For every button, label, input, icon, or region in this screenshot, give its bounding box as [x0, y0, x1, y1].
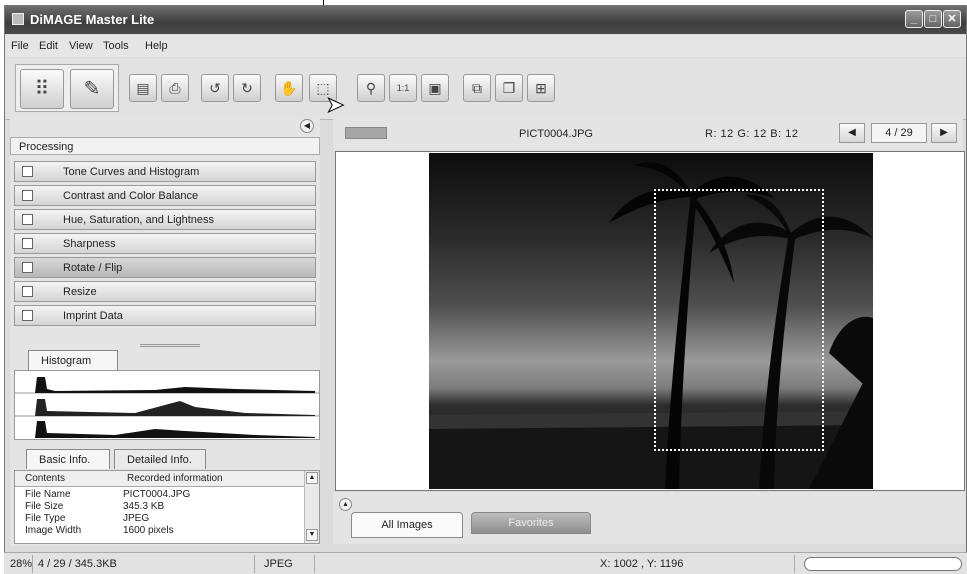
next-image-button[interactable]: ▶: [931, 123, 957, 143]
expand-icon[interactable]: ▲: [339, 498, 352, 511]
info-table: Contents Recorded information File Name …: [14, 470, 320, 544]
processing-label: Resize: [63, 286, 97, 298]
close-button[interactable]: ✕: [943, 10, 961, 28]
print-icon[interactable]: ⎙: [161, 74, 189, 102]
checkbox[interactable]: [22, 214, 33, 225]
checkbox[interactable]: [22, 238, 33, 249]
histogram-graph: [15, 377, 319, 438]
scroll-up-icon[interactable]: ▲: [306, 472, 318, 484]
file-type: JPEG: [264, 558, 293, 570]
processing-item-rotate-flip[interactable]: Rotate / Flip: [14, 257, 316, 278]
tab-histogram[interactable]: Histogram: [28, 350, 118, 370]
processing-item-tone-curves[interactable]: Tone Curves and Histogram: [14, 161, 316, 182]
mouse-cursor-icon: ➤: [325, 92, 345, 118]
tab-all-images[interactable]: All Images: [351, 512, 463, 538]
status-divider: [794, 555, 795, 573]
info-table-header: Contents Recorded information: [15, 471, 305, 487]
previous-image-button[interactable]: ◀: [839, 123, 865, 143]
cursor-coordinates: X: 1002 , Y: 1196: [600, 558, 684, 570]
menu-help[interactable]: Help: [145, 40, 168, 52]
rotate-left-icon[interactable]: ↺: [201, 74, 229, 102]
hand-tool-icon[interactable]: ✋: [275, 74, 303, 102]
processing-label: Contrast and Color Balance: [63, 190, 199, 202]
checkbox[interactable]: [22, 262, 33, 273]
edit-view-icon[interactable]: ✎: [70, 69, 114, 109]
histogram-display: [14, 370, 320, 440]
checkbox[interactable]: [22, 286, 33, 297]
splitter-handle[interactable]: [140, 344, 200, 347]
row-key: File Name: [25, 489, 71, 500]
row-key: Image Width: [25, 525, 82, 536]
row-value: PICT0004.JPG: [123, 489, 191, 500]
image-tabs-area: ▲ All Images Favorites: [333, 492, 965, 544]
window-title: DiMAGE Master Lite: [30, 12, 155, 27]
row-value: JPEG: [123, 513, 150, 524]
status-divider: [32, 555, 33, 573]
color-indicator: [345, 127, 387, 139]
thumbnail-view-icon[interactable]: ⠿: [20, 69, 64, 109]
maximize-button[interactable]: □: [924, 10, 942, 28]
title-bar: DiMAGE Master Lite _ □ ✕: [5, 6, 966, 34]
collapse-panel-icon[interactable]: ◀: [300, 119, 314, 133]
slideshow-icon[interactable]: ⊞: [527, 74, 555, 102]
view-mode-group: ⠿ ✎: [15, 64, 119, 112]
current-filename: PICT0004.JPG: [519, 128, 593, 140]
image-viewer[interactable]: [335, 151, 965, 491]
processing-item-sharpness[interactable]: Sharpness: [14, 233, 316, 254]
rgb-readout: R: 12 G: 12 B: 12: [705, 128, 799, 140]
menu-file[interactable]: File: [11, 40, 29, 52]
processing-label: Sharpness: [63, 238, 116, 250]
row-value: 1600 pixels: [123, 525, 174, 536]
crop-selection[interactable]: [654, 189, 824, 451]
menu-tools[interactable]: Tools: [103, 40, 129, 52]
info-scrollbar[interactable]: ▲ ▼: [304, 471, 319, 543]
rotate-right-icon[interactable]: ↻: [233, 74, 261, 102]
zoom-icon[interactable]: ⚲: [357, 74, 385, 102]
checkbox[interactable]: [22, 190, 33, 201]
tab-favorites[interactable]: Favorites: [471, 512, 591, 534]
processing-header: Processing: [10, 137, 320, 155]
zoom-level: 28%: [10, 558, 33, 570]
toolbar: ⠿ ✎ ▤ ⎙ ↺ ↻ ✋ ⬚ ⚲ 1:1 ▣ ⧉ ❐ ⊞: [5, 58, 966, 120]
processing-label: Hue, Saturation, and Lightness: [63, 214, 215, 226]
save-icon[interactable]: ▤: [129, 74, 157, 102]
processing-item-imprint[interactable]: Imprint Data: [14, 305, 316, 326]
processing-item-hue[interactable]: Hue, Saturation, and Lightness: [14, 209, 316, 230]
app-icon: [12, 13, 24, 25]
status-bar: 28% 4 / 29 / 345.3KB JPEG X: 1002 , Y: 1…: [4, 552, 967, 574]
image-count-size: 4 / 29 / 345.3KB: [38, 558, 117, 570]
processing-item-contrast[interactable]: Contrast and Color Balance: [14, 185, 316, 206]
minimize-button[interactable]: _: [905, 10, 923, 28]
page-indicator: 4 / 29: [871, 123, 927, 143]
column-header-recorded[interactable]: Recorded information: [127, 473, 223, 484]
viewer-header: PICT0004.JPG R: 12 G: 12 B: 12 ◀ 4 / 29 …: [333, 118, 963, 150]
processing-label: Rotate / Flip: [63, 262, 123, 274]
progress-bar: [804, 557, 962, 571]
row-value: 345.3 KB: [123, 501, 165, 512]
compare-icon[interactable]: ⧉: [463, 74, 491, 102]
row-key: File Type: [25, 513, 66, 524]
checkbox[interactable]: [22, 166, 33, 177]
fit-window-icon[interactable]: ▣: [421, 74, 449, 102]
actual-size-icon[interactable]: 1:1: [389, 74, 417, 102]
copy-icon[interactable]: ❐: [495, 74, 523, 102]
status-divider: [254, 555, 255, 573]
processing-item-resize[interactable]: Resize: [14, 281, 316, 302]
tab-basic-info[interactable]: Basic Info.: [26, 449, 110, 469]
menu-bar: File Edit View Tools Help: [5, 35, 966, 57]
menu-edit[interactable]: Edit: [39, 40, 58, 52]
row-key: File Size: [25, 501, 64, 512]
menu-view[interactable]: View: [69, 40, 93, 52]
checkbox[interactable]: [22, 310, 33, 321]
scroll-down-icon[interactable]: ▼: [306, 529, 318, 541]
status-divider: [314, 555, 315, 573]
column-header-contents[interactable]: Contents: [25, 473, 65, 484]
processing-label: Tone Curves and Histogram: [63, 166, 200, 178]
processing-label: Imprint Data: [63, 310, 123, 322]
tab-detailed-info[interactable]: Detailed Info.: [114, 449, 206, 469]
photo-image: [429, 153, 873, 489]
